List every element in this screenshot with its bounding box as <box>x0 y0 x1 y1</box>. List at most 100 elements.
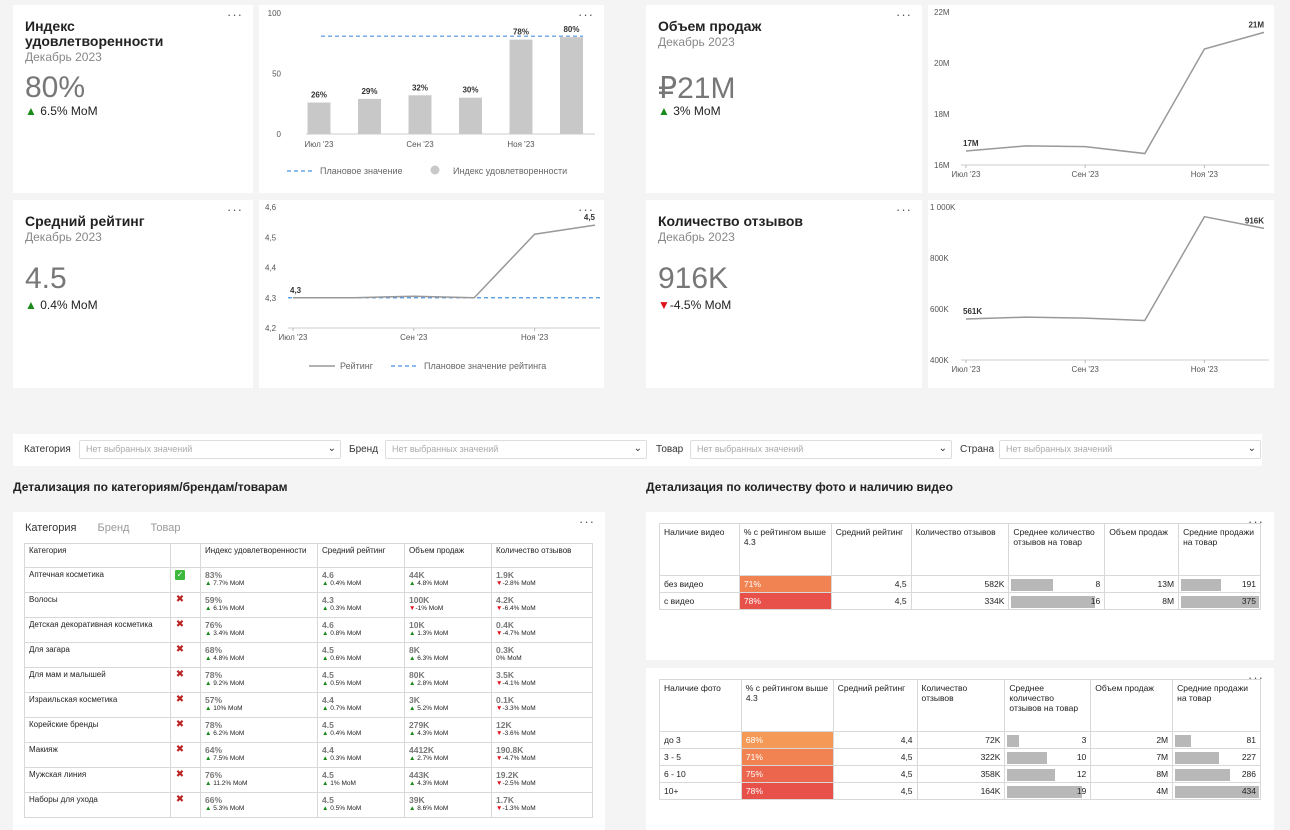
pct-cell: 75% <box>740 765 834 783</box>
metric-delta: ▲ 0.5% MoM <box>322 805 362 812</box>
more-dots-icon[interactable]: ··· <box>896 8 912 21</box>
country-select[interactable]: Нет выбранных значений ⌄ <box>999 440 1261 459</box>
metric-delta: ▼-1% MoM <box>409 605 444 612</box>
sales-cell: 4412K ▲ 2.7% MoM <box>404 742 492 768</box>
table-row[interactable]: 10+ 78% 4,5 164K 19 4M 434 <box>659 782 1261 800</box>
table-row[interactable]: Волосы ✖ 59% ▲ 6.1% MoM 4.3 ▲ 0.3% MoM 100K ▼-1… <box>24 592 593 618</box>
column-header[interactable]: Количество отзывов <box>910 523 1010 576</box>
table-row[interactable]: Наборы для ухода ✖ 66% ▲ 5.3% MoM 4.5 ▲ 0.5% … <box>24 792 593 818</box>
column-header[interactable]: Средние продажи на товар <box>1172 679 1261 732</box>
column-header[interactable]: Количество отзывов <box>916 679 1006 732</box>
more-dots-icon[interactable]: ··· <box>227 203 243 216</box>
more-dots-icon[interactable]: ··· <box>579 515 595 528</box>
table-row[interactable]: Корейские бренды ✖ 78% ▲ 6.2% MoM 4.5 ▲ 0.4% … <box>24 717 593 743</box>
category-select[interactable]: Нет выбранных значений ⌄ <box>79 440 341 459</box>
column-header[interactable]: Средний рейтинг <box>832 679 918 732</box>
satisfaction-cell: 68% ▲ 4.8% MoM <box>200 642 318 668</box>
status-cell: ✖ <box>170 617 201 643</box>
arrow-up-icon: ▲ <box>409 755 416 762</box>
kpi-period: Декабрь 2023 <box>25 50 102 64</box>
metric-value: 0.1K <box>496 695 514 705</box>
y-tick-label: 0 <box>277 130 282 139</box>
arrow-up-icon: ▲ <box>409 580 416 587</box>
column-header[interactable]: Количество отзывов <box>491 543 593 568</box>
y-tick-label: 400K <box>930 356 949 365</box>
column-header[interactable]: Объем продаж <box>1090 679 1174 732</box>
reviews-cell: 0.3K 0% MoM <box>491 642 593 668</box>
metric-value: 59% <box>205 595 223 605</box>
metric-delta: ▼-3.3% MoM <box>496 705 536 712</box>
metric-value: 78% <box>205 670 223 680</box>
y-tick-label: 4,2 <box>265 324 277 333</box>
metric-value: 4.5 <box>322 645 334 655</box>
column-header[interactable]: Средний рейтинг <box>830 523 912 576</box>
chevron-down-icon: ⌄ <box>327 443 336 454</box>
table-row[interactable]: без видео 71% 4,5 582K 8 13M 191 <box>659 575 1261 593</box>
kpi-title: Индекс удовлетворенности Декабрь 2023 <box>25 19 195 65</box>
column-header[interactable]: Среднее количество отзывов на товар <box>1004 679 1092 732</box>
rating-cell: 4.5 ▲ 0.5% MoM <box>317 792 405 818</box>
bar <box>408 95 432 134</box>
table-row[interactable]: 3 - 5 71% 4,5 322K 10 7M 227 <box>659 748 1261 766</box>
sales-cell: 3K ▲ 5.2% MoM <box>404 692 492 718</box>
arrow-down-icon: ▼ <box>496 780 503 787</box>
legend-label: Плановое значение рейтинга <box>424 361 546 371</box>
more-dots-icon[interactable]: ··· <box>896 203 912 216</box>
row-label-cell: с видео <box>659 592 740 610</box>
tab-category[interactable]: Категория <box>25 522 76 534</box>
metric-delta: ▼-1.3% MoM <box>496 805 536 812</box>
tab-product[interactable]: Товар <box>151 522 181 534</box>
metric-delta: ▲ 0.6% MoM <box>322 655 362 662</box>
more-dots-icon[interactable]: ··· <box>578 203 594 216</box>
arrow-up-icon: ▲ <box>205 755 212 762</box>
more-dots-icon[interactable]: ··· <box>578 8 594 21</box>
arrow-up-icon: ▲ <box>322 630 329 637</box>
y-tick-label: 18M <box>934 110 950 119</box>
cross-icon: ✖ <box>175 694 185 705</box>
column-header[interactable]: Наличие видео <box>659 523 740 576</box>
kpi-delta: ▲ 3% MoM <box>658 104 721 118</box>
data-label-first: 561K <box>963 307 982 316</box>
cross-icon: ✖ <box>175 719 185 730</box>
column-header[interactable]: Средние продажи на товар <box>1178 523 1261 576</box>
table-row[interactable]: Мужская линия ✖ 76% ▲ 11.2% MoM 4.5 ▲ 1% MoM 4… <box>24 767 593 793</box>
avg-reviews-value: 8 <box>1095 579 1101 589</box>
more-dots-icon[interactable]: ··· <box>227 8 243 21</box>
avg-reviews-cell: 16 <box>1008 592 1106 610</box>
column-header[interactable]: Индекс удовлетворенности <box>200 543 318 568</box>
table-row[interactable]: 6 - 10 75% 4,5 358K 12 8M 286 <box>659 765 1261 783</box>
status-cell: ✓ <box>170 567 201 593</box>
rating-cell: 4.3 ▲ 0.3% MoM <box>317 592 405 618</box>
metric-delta: ▲ 0.5% MoM <box>322 680 362 687</box>
column-header[interactable]: Категория <box>24 543 171 568</box>
arrow-up-icon: ▲ <box>205 805 212 812</box>
arrow-down-icon: ▼ <box>658 298 670 312</box>
table-row[interactable]: с видео 78% 4,5 334K 16 8M 375 <box>659 592 1261 610</box>
arrow-up-icon: ▲ <box>205 655 212 662</box>
category-name-cell: Для загара <box>24 642 171 668</box>
reviews-cell: 3.5K ▼-4.1% MoM <box>491 667 593 693</box>
product-select[interactable]: Нет выбранных значений ⌄ <box>690 440 952 459</box>
photo-table: Наличие фото% с рейтингом выше 4.3 Средни… <box>659 679 1261 800</box>
table-row[interactable]: Для мам и малышей ✖ 78% ▲ 9.2% MoM 4.5 ▲ 0.5%… <box>24 667 593 693</box>
metric-value: 4.5 <box>322 720 334 730</box>
tab-brand[interactable]: Бренд <box>98 522 130 534</box>
table-row[interactable]: Аптечная косметика ✓ 83% ▲ 7.7% MoM 4.6 ▲ 0.4… <box>24 567 593 593</box>
column-header[interactable]: Средний рейтинг <box>317 543 405 568</box>
column-header[interactable]: Наличие фото <box>659 679 742 732</box>
table-row[interactable]: Макияж ✖ 64% ▲ 7.5% MoM 4.4 ▲ 0.3% MoM 4412K ▲ … <box>24 742 593 768</box>
column-header[interactable]: % с рейтингом выше 4.3 <box>740 679 834 732</box>
table-row[interactable]: Израильская косметика ✖ 57% ▲ 10% MoM 4.4 ▲ 0… <box>24 692 593 718</box>
brand-select[interactable]: Нет выбранных значений ⌄ <box>385 440 647 459</box>
cross-icon: ✖ <box>175 619 185 630</box>
column-header[interactable]: Среднее количество отзывов на товар <box>1008 523 1106 576</box>
table-row[interactable]: Детская декоративная косметика ✖ 76% ▲ 3.4%… <box>24 617 593 643</box>
metric-value: 44K <box>409 570 425 580</box>
metric-value: 10K <box>409 620 425 630</box>
table-row[interactable]: до 3 68% 4,4 72K 3 2M 81 <box>659 731 1261 749</box>
column-header[interactable]: Объем продаж <box>404 543 492 568</box>
kpi-card-rating: ··· Средний рейтинг Декабрь 2023 4.5 ▲ 0.… <box>13 200 253 388</box>
column-header[interactable]: Объем продаж <box>1104 523 1180 576</box>
table-row[interactable]: Для загара ✖ 68% ▲ 4.8% MoM 4.5 ▲ 0.6% MoM 8K ▲… <box>24 642 593 668</box>
column-header[interactable]: % с рейтингом выше 4.3 <box>738 523 832 576</box>
